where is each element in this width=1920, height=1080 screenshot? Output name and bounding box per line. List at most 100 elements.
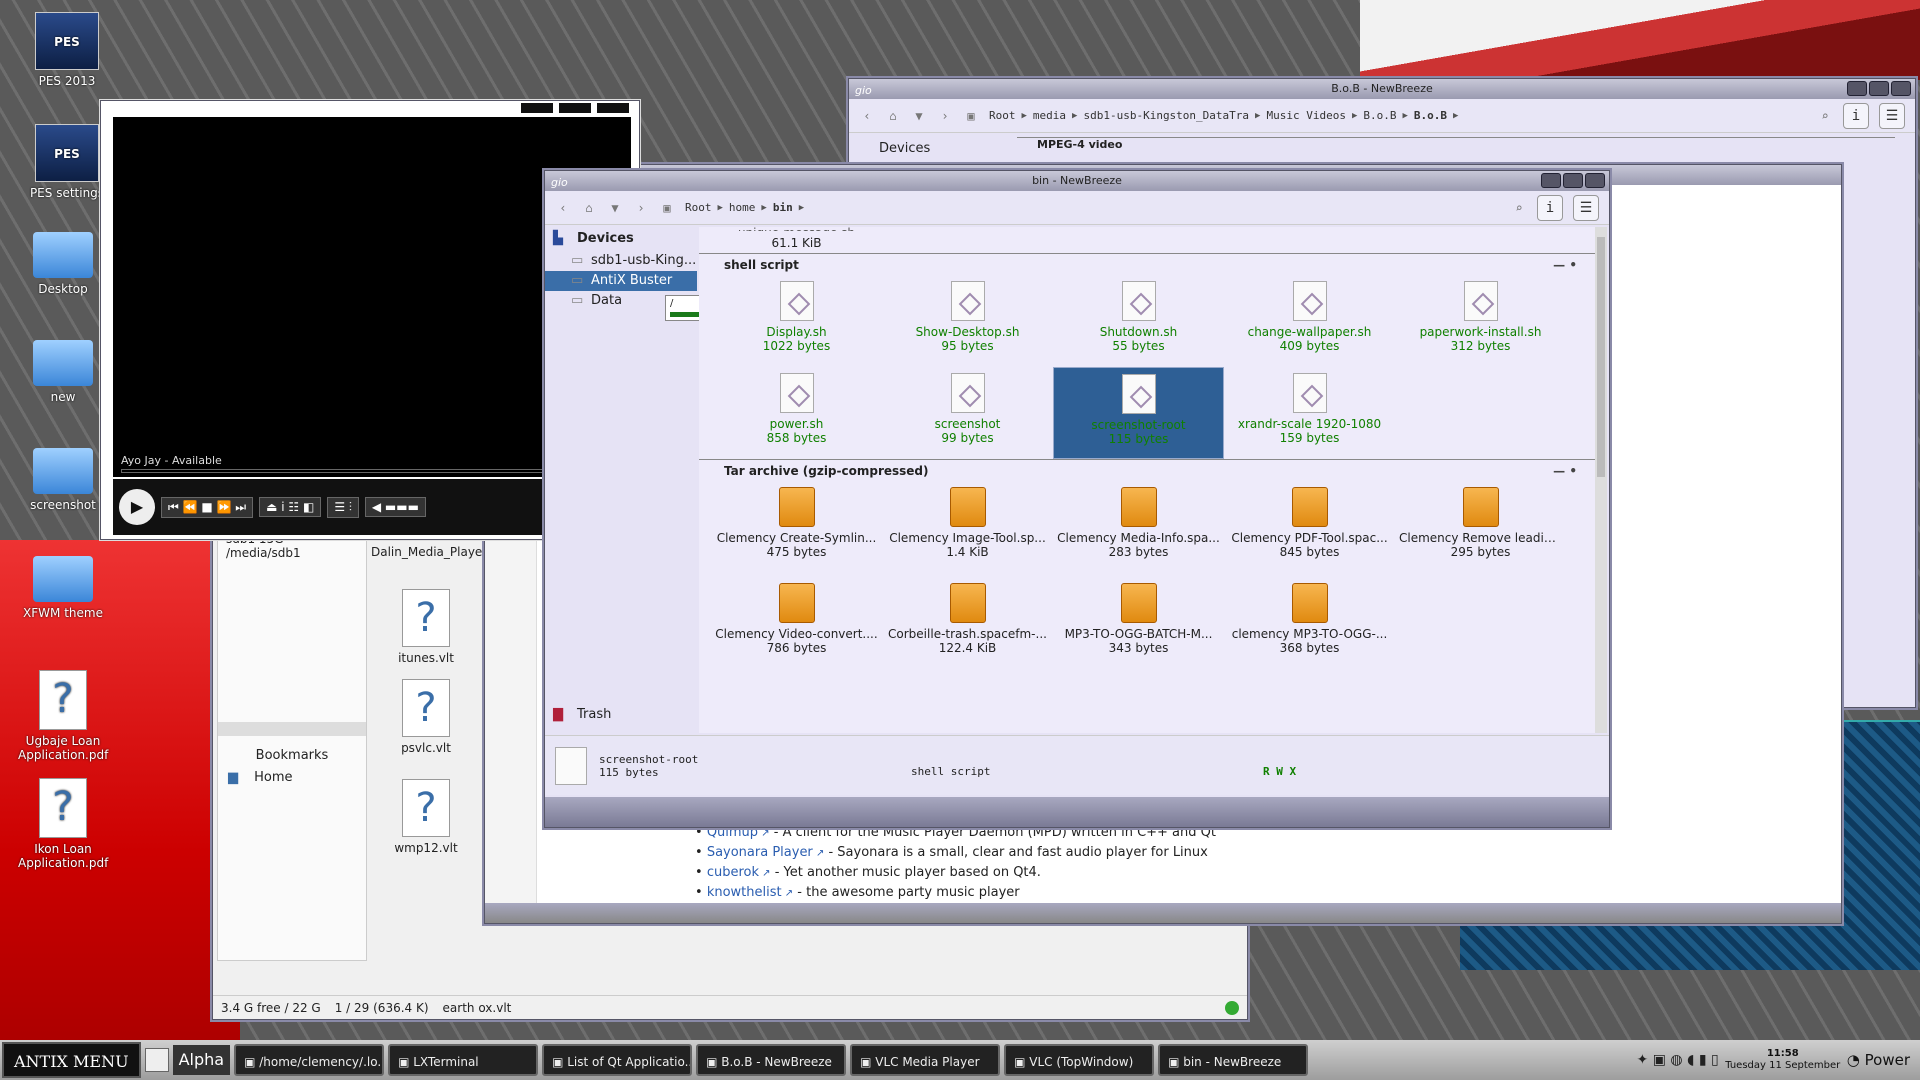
desktop-icon[interactable]: PES PES 2013: [22, 12, 112, 88]
root-icon[interactable]: ▣: [963, 108, 979, 124]
transport-buttons[interactable]: ⏮ ⏪ ■ ⏩ ⏭: [161, 496, 254, 518]
menu-button[interactable]: ☰: [1879, 102, 1905, 129]
breadcrumb-item[interactable]: B.o.B: [1414, 109, 1447, 122]
back-icon[interactable]: ‹: [555, 200, 571, 216]
app-link[interactable]: cuberok: [707, 865, 759, 880]
desktop-icon[interactable]: Desktop: [18, 232, 108, 296]
file-item[interactable]: MP3-TO-OGG-BATCH-M... 343 bytes: [1053, 577, 1224, 673]
file-item[interactable]: Display.sh 1022 bytes: [711, 275, 882, 367]
workspace-label[interactable]: Alpha: [172, 1045, 231, 1075]
minimize-button[interactable]: [1847, 81, 1867, 96]
file-item[interactable]: ? psvlc.vlt: [371, 679, 481, 755]
maximize-button[interactable]: [1563, 173, 1583, 188]
file-item[interactable]: power.sh 858 bytes: [711, 367, 882, 459]
root-icon[interactable]: ▣: [659, 200, 675, 216]
close-button[interactable]: [1891, 81, 1911, 96]
file-item[interactable]: change-wallpaper.sh 409 bytes: [1224, 275, 1395, 367]
file-item[interactable]: ? itunes.vlt: [371, 589, 481, 665]
player-restore-button[interactable]: [559, 103, 591, 113]
file-item[interactable]: clemency MP3-TO-OGG-... 368 bytes: [1224, 577, 1395, 673]
desktop-icon[interactable]: ? Ikon Loan Application.pdf: [18, 778, 108, 870]
taskbar-item[interactable]: ▣ VLC (TopWindow): [1004, 1044, 1155, 1076]
tray-icons[interactable]: ✦ ▣ ◍ ◖ ▮ ▯: [1637, 1052, 1719, 1068]
collapse-icon[interactable]: — •: [1553, 460, 1577, 482]
app-link[interactable]: Sayonara Player: [707, 845, 813, 860]
search-icon[interactable]: ⌕: [1817, 108, 1833, 124]
taskbar-item[interactable]: ▣ List of Qt Applicatio...: [542, 1044, 693, 1076]
collapse-icon[interactable]: — •: [1553, 254, 1577, 276]
file-item[interactable]: Clemency PDF-Tool.spac... 845 bytes: [1224, 481, 1395, 577]
menu-button[interactable]: ☰: [1573, 194, 1599, 221]
file-item[interactable]: Show-Desktop.sh 95 bytes: [882, 275, 1053, 367]
desktop-icon[interactable]: new: [18, 340, 108, 404]
file-item[interactable]: Shutdown.sh 55 bytes: [1053, 275, 1224, 367]
bookmark-home[interactable]: ▆ Home: [228, 770, 293, 785]
breadcrumb-item[interactable]: Root: [685, 201, 712, 214]
breadcrumb-item[interactable]: Music Videos: [1266, 109, 1345, 122]
info-button[interactable]: i: [1537, 194, 1563, 221]
eject-info-buttons[interactable]: ⏏ i ☷ ◧: [259, 497, 322, 517]
volume-slider[interactable]: ◀ ▬▬▬: [364, 497, 426, 517]
back-icon[interactable]: ‹: [859, 108, 875, 124]
breadcrumb-item[interactable]: Root: [989, 109, 1016, 122]
device-item[interactable]: ▭ AntiX Buster: [545, 271, 697, 291]
taskbar-item[interactable]: ▣ LXTerminal: [388, 1044, 539, 1076]
forward-icon[interactable]: ›: [937, 108, 953, 124]
app-link[interactable]: knowthelist: [707, 885, 782, 900]
breadcrumb-item[interactable]: media: [1033, 109, 1066, 122]
breadcrumb-item[interactable]: sdb1-usb-Kingston_DataTra: [1083, 109, 1249, 122]
partial-file[interactable]: unique-message.sh 61.1 KiB: [711, 227, 882, 253]
file-item[interactable]: xrandr-scale 1920-1080 159 bytes: [1224, 367, 1395, 459]
antix-menu-button[interactable]: ANTIX MENU: [2, 1042, 141, 1078]
section-header[interactable]: shell script — •: [699, 253, 1595, 275]
down-icon[interactable]: ▼: [911, 108, 927, 124]
maximize-button[interactable]: [1869, 81, 1889, 96]
scroll-thumb[interactable]: [1597, 237, 1605, 477]
file-item[interactable]: Clemency Image-Tool.sp... 1.4 KiB: [882, 481, 1053, 577]
breadcrumb-item[interactable]: home: [729, 201, 756, 214]
desktop-icon[interactable]: PES PES settings: [22, 124, 112, 200]
power-button[interactable]: ◔ Power: [1847, 1051, 1918, 1069]
taskbar-item[interactable]: ▣ /home/clemency/.lo...: [234, 1044, 385, 1076]
file-item[interactable]: screenshot-root 115 bytes: [1053, 367, 1224, 459]
device-item[interactable]: ▭ sdb1-usb-King...: [545, 251, 697, 271]
file-item[interactable]: Clemency Remove leadin... 295 bytes: [1395, 481, 1566, 577]
home-icon[interactable]: ⌂: [581, 200, 597, 216]
home-icon[interactable]: ⌂: [885, 108, 901, 124]
file-item[interactable]: paperwork-install.sh 312 bytes: [1395, 275, 1566, 367]
bob-titlebar[interactable]: gio B.o.B - NewBreeze: [849, 79, 1915, 99]
vertical-scrollbar[interactable]: [1595, 227, 1607, 733]
search-icon[interactable]: ⌕: [1511, 200, 1527, 216]
file-item[interactable]: Clemency Media-Info.spa... 283 bytes: [1053, 481, 1224, 577]
breadcrumb-item[interactable]: bin: [773, 201, 793, 214]
file-item[interactable]: screenshot 99 bytes: [882, 367, 1053, 459]
minimize-button[interactable]: [1541, 173, 1561, 188]
player-minimize-button[interactable]: [521, 103, 553, 113]
show-desktop-icon[interactable]: [144, 1048, 169, 1072]
taskbar-item[interactable]: ▣ VLC Media Player: [850, 1044, 1001, 1076]
breadcrumb-item[interactable]: B.o.B: [1363, 109, 1396, 122]
taskbar-item[interactable]: ▣ bin - NewBreeze: [1158, 1044, 1309, 1076]
clock[interactable]: 11:58 Tuesday 11 September: [1723, 1048, 1843, 1072]
down-icon[interactable]: ▼: [607, 200, 623, 216]
desktop-icon[interactable]: XFWM theme: [18, 556, 108, 620]
file-item[interactable]: Clemency Video-convert.... 786 bytes: [711, 577, 882, 673]
file-item[interactable]: Corbeille-trash.spacefm-... 122.4 KiB: [882, 577, 1053, 673]
h-scrollbar[interactable]: [218, 722, 366, 736]
forward-icon[interactable]: ›: [633, 200, 649, 216]
file-item[interactable]: Clemency Create-Symlin... 475 bytes: [711, 481, 882, 577]
bin-titlebar[interactable]: gio bin - NewBreeze: [545, 171, 1609, 191]
playlist-eq-buttons[interactable]: ☰ ⫶: [327, 496, 359, 518]
taskbar-item[interactable]: ▣ B.o.B - NewBreeze: [696, 1044, 847, 1076]
desktop-icon[interactable]: screenshot: [18, 448, 108, 512]
info-button[interactable]: i: [1843, 102, 1869, 129]
file-item[interactable]: ? wmp12.vlt: [371, 779, 481, 855]
bin-window[interactable]: gio bin - NewBreeze ‹ ⌂ ▼ › ▣ Root ▶ home ▶…: [544, 170, 1610, 828]
script-file-icon: [1121, 374, 1156, 414]
section-header[interactable]: Tar archive (gzip-compressed) — •: [699, 459, 1595, 481]
desktop-icon[interactable]: ? Ugbaje Loan Application.pdf: [18, 670, 108, 762]
trash-item[interactable]: ▇ Trash: [545, 705, 697, 725]
play-icon[interactable]: ▶: [119, 489, 155, 525]
player-close-button[interactable]: [597, 103, 629, 113]
close-button[interactable]: [1585, 173, 1605, 188]
